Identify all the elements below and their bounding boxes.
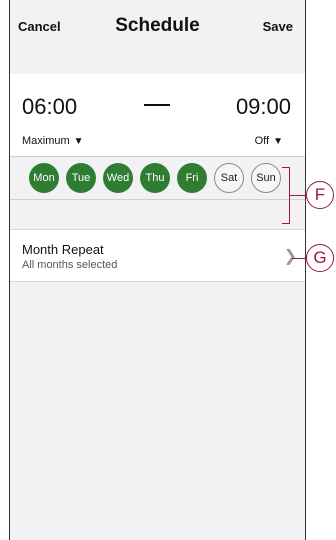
cancel-button[interactable]: Cancel — [18, 19, 61, 34]
day-toggle-fri[interactable]: Fri — [177, 163, 207, 193]
month-repeat-subtitle: All months selected — [22, 259, 118, 271]
day-toggle-mon[interactable]: Mon — [29, 163, 59, 193]
callout-leader-g — [292, 258, 306, 259]
day-toggle-sun[interactable]: Sun — [251, 163, 281, 193]
day-toggle-tue[interactable]: Tue — [66, 163, 96, 193]
start-mode-label: Maximum — [22, 135, 70, 147]
callout-badge-g: G — [306, 244, 334, 272]
month-repeat-title: Month Repeat — [22, 242, 104, 257]
start-mode-dropdown[interactable]: Maximum ▼ — [22, 135, 84, 147]
time-range-card: 06:00 09:00 Maximum ▼ Off ▼ — [10, 74, 305, 156]
day-toggle-thu[interactable]: Thu — [140, 163, 170, 193]
app-screen: Cancel Schedule Save 06:00 09:00 Maximum… — [9, 0, 306, 540]
end-time[interactable]: 09:00 — [236, 94, 291, 120]
weekday-selector: Mon Tue Wed Thu Fri Sat Sun — [10, 156, 305, 200]
time-range-dash — [144, 104, 170, 106]
callout-bracket — [282, 167, 290, 224]
end-mode-dropdown[interactable]: Off ▼ — [255, 135, 283, 147]
month-repeat-row[interactable]: Month Repeat All months selected ❯ — [10, 229, 305, 282]
callout-badge-f: F — [306, 181, 334, 209]
day-toggle-sat[interactable]: Sat — [214, 163, 244, 193]
start-time[interactable]: 06:00 — [22, 94, 77, 120]
chevron-right-icon: ❯ — [283, 248, 297, 265]
navigation-bar: Cancel Schedule Save — [10, 0, 305, 52]
save-button[interactable]: Save — [263, 19, 293, 34]
end-mode-label: Off — [254, 135, 270, 147]
caret-down-icon: ▼ — [73, 135, 84, 147]
callout-leader-f — [290, 195, 306, 196]
caret-down-icon: ▼ — [273, 135, 283, 147]
day-toggle-wed[interactable]: Wed — [103, 163, 133, 193]
